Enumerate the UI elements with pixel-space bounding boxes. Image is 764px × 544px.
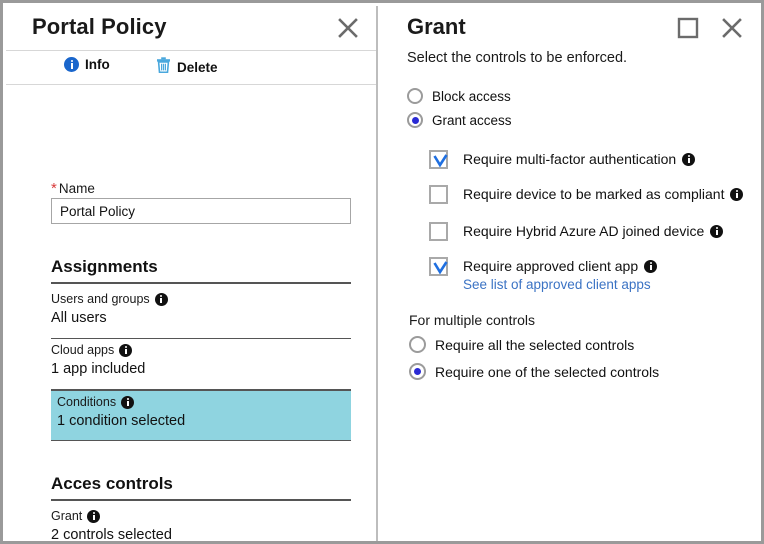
screenshot-root: Portal Policy Info Delete * Name Portal … (0, 0, 764, 544)
row-title-text: Grant (51, 509, 83, 523)
close-icon[interactable] (716, 12, 748, 44)
maximize-icon[interactable] (674, 14, 702, 42)
name-input[interactable] (51, 198, 351, 224)
control-text: Require Hybrid Azure AD joined device (463, 221, 724, 240)
name-field-label: * Name (51, 180, 95, 197)
radio-indicator (409, 336, 426, 353)
grant-panel-title: Grant (407, 14, 466, 39)
close-icon[interactable] (332, 12, 364, 44)
delete-button-label: Delete (177, 60, 218, 75)
control-require-approved-client-app[interactable]: Require approved client app See list of … (429, 256, 658, 292)
radio-label: Require all the selected controls (435, 336, 635, 353)
row-value: 1 condition selected (57, 413, 186, 429)
radio-require-all-controls[interactable]: Require all the selected controls (409, 336, 634, 353)
grant-panel-subtitle: Select the controls to be enforced. (407, 50, 628, 66)
info-button[interactable]: Info (64, 57, 110, 72)
row-title: Grant (51, 508, 351, 524)
control-require-hybrid-azure-ad-joined-device[interactable]: Require Hybrid Azure AD joined device (429, 221, 724, 241)
control-require-mfa[interactable]: Require multi-factor authentication (429, 149, 696, 169)
info-circle-icon (730, 187, 744, 201)
multiple-controls-heading: For multiple controls (409, 312, 536, 328)
grant-panel: Grant Select the controls to be enforced… (380, 6, 761, 541)
radio-grant-access[interactable]: Grant access (407, 112, 512, 128)
assignments-section-heading: Assignments (51, 257, 351, 284)
info-circle-icon (154, 292, 168, 306)
assignment-row-conditions[interactable]: Conditions 1 condition selected (51, 390, 351, 441)
control-text: Require approved client app See list of … (463, 256, 658, 292)
row-title: Cloud apps (51, 342, 351, 358)
row-value: All users (51, 310, 107, 326)
radio-block-access[interactable]: Block access (407, 88, 511, 104)
assignment-row-cloud-apps[interactable]: Cloud apps 1 app included (51, 339, 351, 390)
radio-label: Grant access (432, 112, 512, 128)
checkbox-indicator[interactable] (429, 222, 448, 241)
info-circle-icon (121, 395, 135, 409)
name-label-text: Name (58, 181, 95, 196)
radio-require-one-control[interactable]: Require one of the selected controls (409, 363, 659, 380)
row-title: Conditions (57, 394, 351, 410)
info-circle-icon (682, 152, 696, 166)
info-circle-icon (119, 343, 133, 357)
left-panel-toolbar: Info Delete (6, 51, 376, 85)
portal-policy-panel: Portal Policy Info Delete * Name Portal … (6, 6, 378, 543)
control-label-line: Require Hybrid Azure AD joined device (463, 222, 724, 240)
control-label: Require approved client app (463, 258, 639, 274)
row-title-text: Conditions (57, 395, 117, 409)
radio-indicator (407, 88, 423, 104)
control-require-compliant-device[interactable]: Require device to be marked as compliant (429, 184, 744, 204)
control-label: Require device to be marked as compliant (463, 186, 725, 202)
control-label: Require Hybrid Azure AD joined device (463, 223, 705, 239)
row-title: Users and groups (51, 291, 351, 307)
info-circle-icon (710, 224, 724, 238)
checkbox-indicator[interactable] (429, 185, 448, 204)
control-label-line: Require multi-factor authentication (463, 150, 696, 168)
required-marker: * (51, 180, 57, 197)
row-title-text: Users and groups (51, 292, 150, 306)
row-value: 1 app included (51, 361, 146, 377)
approved-client-apps-link[interactable]: See list of approved client apps (463, 277, 657, 292)
radio-indicator (409, 363, 426, 380)
checkbox-indicator[interactable] (429, 150, 448, 169)
assignment-row-users-and-groups[interactable]: Users and groups All users (51, 288, 351, 339)
info-circle-icon (64, 57, 79, 72)
info-circle-icon (644, 259, 658, 273)
delete-button[interactable]: Delete (156, 57, 218, 78)
access-controls-section-heading: Acces controls (51, 474, 351, 501)
control-label: Require multi-factor authentication (463, 151, 677, 167)
control-text: Require multi-factor authentication (463, 149, 696, 168)
control-label-line: Require device to be marked as compliant (463, 185, 744, 203)
access-control-row-grant[interactable]: Grant 2 controls selected (51, 505, 351, 543)
checkbox-indicator[interactable] (429, 257, 448, 276)
row-value: 2 controls selected (51, 527, 172, 543)
trash-icon (156, 57, 171, 78)
control-label-line: Require approved client app (463, 257, 658, 275)
left-panel-titlebar: Portal Policy (6, 6, 376, 51)
row-title-text: Cloud apps (51, 343, 115, 357)
control-text: Require device to be marked as compliant (463, 184, 744, 203)
page-title: Portal Policy (32, 14, 167, 39)
info-button-label: Info (85, 57, 110, 72)
radio-label: Require one of the selected controls (435, 363, 660, 380)
info-circle-icon (87, 509, 101, 523)
radio-indicator (407, 112, 423, 128)
radio-label: Block access (432, 88, 511, 104)
